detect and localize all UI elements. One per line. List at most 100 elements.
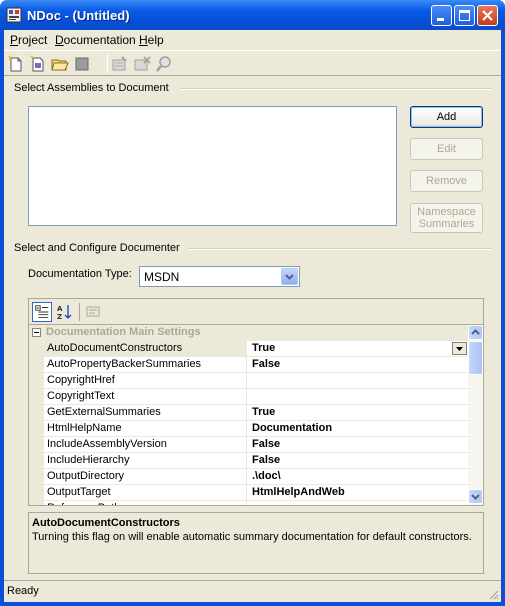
save-icon[interactable] <box>72 54 92 74</box>
property-name: CopyrightHref <box>44 373 247 388</box>
property-row[interactable]: OutputDirectory .\doc\ <box>44 469 469 485</box>
property-grid-toolbar: A Z <box>28 298 484 324</box>
property-name: GetExternalSummaries <box>44 405 247 420</box>
property-name: IncludeAssemblyVersion <box>44 437 247 452</box>
close-button[interactable] <box>477 5 498 26</box>
client-area: Project Documentation Help Select Assemb… <box>4 30 501 602</box>
property-category-row[interactable]: Documentation Main Settings <box>29 325 469 341</box>
property-row[interactable]: OutputTarget HtmlHelpAndWeb <box>44 485 469 501</box>
scroll-thumb[interactable] <box>468 341 483 375</box>
property-value[interactable]: False <box>248 453 469 468</box>
property-row[interactable]: CopyrightHref <box>44 373 469 389</box>
open-folder-icon[interactable] <box>50 54 70 74</box>
main-toolbar <box>4 50 501 76</box>
property-name: OutputDirectory <box>44 469 247 484</box>
property-row[interactable]: ReferencePaths <box>44 501 469 505</box>
documentation-type-label: Documentation Type: <box>28 268 132 280</box>
svg-text:A: A <box>57 305 63 313</box>
svg-text:Z: Z <box>57 313 62 321</box>
property-name: ReferencePaths <box>44 501 247 505</box>
remove-button[interactable]: Remove <box>410 170 483 192</box>
window-title: NDoc - (Untitled) <box>27 8 130 23</box>
minimize-button[interactable] <box>431 5 452 26</box>
maximize-button[interactable] <box>454 5 475 26</box>
property-value[interactable]: HtmlHelpAndWeb <box>248 485 469 500</box>
property-name: AutoDocumentConstructors <box>44 341 247 356</box>
property-value-text: Documentation <box>252 422 333 434</box>
property-value-text: False <box>252 438 281 450</box>
scroll-down-icon <box>471 494 480 500</box>
property-value[interactable] <box>248 373 469 388</box>
maximize-icon <box>459 10 470 21</box>
status-text: Ready <box>7 585 39 597</box>
property-name: OutputTarget <box>44 485 247 500</box>
property-category-label: Documentation Main Settings <box>46 326 201 338</box>
status-bar: Ready <box>4 580 501 602</box>
property-row[interactable]: AutoDocumentConstructors True <box>44 341 469 357</box>
documentation-type-select[interactable]: MSDN <box>139 266 300 287</box>
property-grid[interactable]: Documentation Main Settings AutoDocument… <box>28 324 484 506</box>
menu-documentation[interactable]: Documentation <box>55 33 136 47</box>
property-row[interactable]: IncludeHierarchy False <box>44 453 469 469</box>
property-row[interactable]: HtmlHelpName Documentation <box>44 421 469 437</box>
property-grid-margin <box>29 325 44 505</box>
property-value-text: True <box>252 342 276 354</box>
property-dropdown-button[interactable] <box>452 342 467 355</box>
property-value[interactable]: False <box>248 357 469 372</box>
property-pages-icon[interactable] <box>83 302 103 322</box>
menu-project[interactable]: Project <box>10 33 47 47</box>
property-toolbar-separator <box>79 303 80 321</box>
property-value-text: True <box>252 406 276 418</box>
property-value[interactable] <box>248 501 469 505</box>
property-value[interactable]: True <box>248 405 469 420</box>
new-project-icon[interactable] <box>6 54 26 74</box>
categorized-icon[interactable] <box>32 302 52 322</box>
property-value-text: False <box>252 454 281 466</box>
property-value[interactable]: .\doc\ <box>248 469 469 484</box>
property-help-description: Turning this flag on will enable automat… <box>32 531 472 543</box>
toolbar-separator <box>107 54 108 73</box>
documentation-type-dropdown-button[interactable] <box>281 268 298 285</box>
scroll-down-button[interactable] <box>468 489 483 504</box>
property-value-text: False <box>252 358 281 370</box>
property-value[interactable]: True <box>248 341 469 356</box>
scroll-up-icon <box>471 329 480 335</box>
documentation-type-value: MSDN <box>144 270 180 284</box>
property-name: AutoPropertyBackerSummaries <box>44 357 247 372</box>
documenter-group-divider <box>188 248 492 250</box>
property-value[interactable] <box>248 389 469 404</box>
property-row[interactable]: IncludeAssemblyVersion False <box>44 437 469 453</box>
property-help-panel: AutoDocumentConstructors Turning this fl… <box>28 512 484 574</box>
assemblies-group-divider <box>180 88 492 90</box>
menu-help[interactable]: Help <box>139 33 164 47</box>
menu-bar: Project Documentation Help <box>4 30 501 49</box>
main-window: NDoc - (Untitled) Project Documentation … <box>0 0 505 606</box>
new-from-vs-solution-icon[interactable] <box>28 54 48 74</box>
assemblies-group-label: Select Assemblies to Document <box>14 82 173 94</box>
dropdown-arrow-icon <box>456 347 463 351</box>
property-row[interactable]: CopyrightText <box>44 389 469 405</box>
add-button[interactable]: Add <box>410 106 483 128</box>
property-value[interactable]: False <box>248 437 469 452</box>
title-bar[interactable]: NDoc - (Untitled) <box>0 0 505 30</box>
cancel-build-icon[interactable] <box>132 54 152 74</box>
documenter-group-label: Select and Configure Documenter <box>14 242 184 254</box>
build-icon[interactable] <box>110 54 130 74</box>
namespace-summaries-button[interactable]: Namespace Summaries <box>410 203 483 233</box>
chevron-down-icon <box>285 274 294 280</box>
view-documentation-icon[interactable] <box>154 54 174 74</box>
assemblies-list[interactable] <box>28 106 397 226</box>
minimize-icon <box>437 18 444 21</box>
property-value[interactable]: Documentation <box>248 421 469 436</box>
alphabetical-icon[interactable]: A Z <box>55 302 75 322</box>
scroll-up-button[interactable] <box>468 325 483 340</box>
property-row[interactable]: GetExternalSummaries True <box>44 405 469 421</box>
property-name: CopyrightText <box>44 389 247 404</box>
ndoc-app-icon <box>6 7 22 23</box>
edit-button[interactable]: Edit <box>410 138 483 160</box>
property-row[interactable]: AutoPropertyBackerSummaries False <box>44 357 469 373</box>
property-grid-scrollbar[interactable] <box>468 325 483 505</box>
property-name: HtmlHelpName <box>44 421 247 436</box>
resize-grip-icon[interactable] <box>487 588 499 600</box>
collapse-toggle-icon[interactable] <box>32 328 41 337</box>
